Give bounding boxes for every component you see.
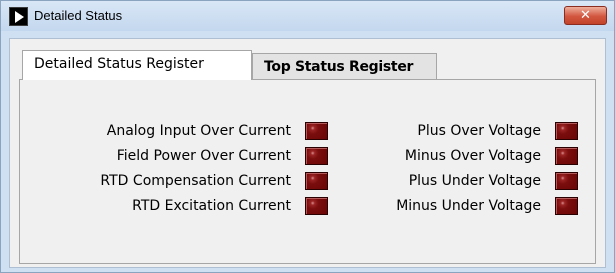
- led-indicator-icon: [555, 197, 578, 215]
- indicator-label: RTD Excitation Current: [132, 198, 291, 214]
- indicator-label: Minus Over Voltage: [404, 148, 541, 164]
- indicator-label: Minus Under Voltage: [396, 198, 541, 214]
- tab-top-status-register[interactable]: Top Status Register: [252, 53, 437, 80]
- detailed-status-panel: Analog Input Over Current Field Power Ov…: [19, 79, 596, 264]
- tab-detailed-status-register[interactable]: Detailed Status Register: [22, 50, 252, 80]
- app-play-icon: [9, 7, 28, 26]
- indicator-row-plus-over-voltage: Plus Over Voltage: [280, 120, 578, 142]
- indicator-label: Field Power Over Current: [116, 148, 291, 164]
- indicator-label: Analog Input Over Current: [106, 123, 291, 139]
- window-client-area: Detailed Status Register Top Status Regi…: [9, 38, 606, 268]
- led-indicator-icon: [555, 122, 578, 140]
- indicator-row-plus-under-voltage: Plus Under Voltage: [280, 170, 578, 192]
- indicator-row-minus-under-voltage: Minus Under Voltage: [280, 195, 578, 217]
- led-indicator-icon: [555, 172, 578, 190]
- close-button[interactable]: ✕: [564, 6, 607, 25]
- indicator-label: Plus Under Voltage: [408, 173, 541, 189]
- title-bar[interactable]: Detailed Status ✕: [1, 1, 614, 31]
- detailed-status-window: Detailed Status ✕ Detailed Status Regist…: [0, 0, 615, 273]
- indicator-label: RTD Compensation Current: [100, 173, 291, 189]
- led-indicator-icon: [555, 147, 578, 165]
- indicator-label: Plus Over Voltage: [417, 123, 541, 139]
- indicator-row-minus-over-voltage: Minus Over Voltage: [280, 145, 578, 167]
- window-title: Detailed Status: [34, 8, 123, 23]
